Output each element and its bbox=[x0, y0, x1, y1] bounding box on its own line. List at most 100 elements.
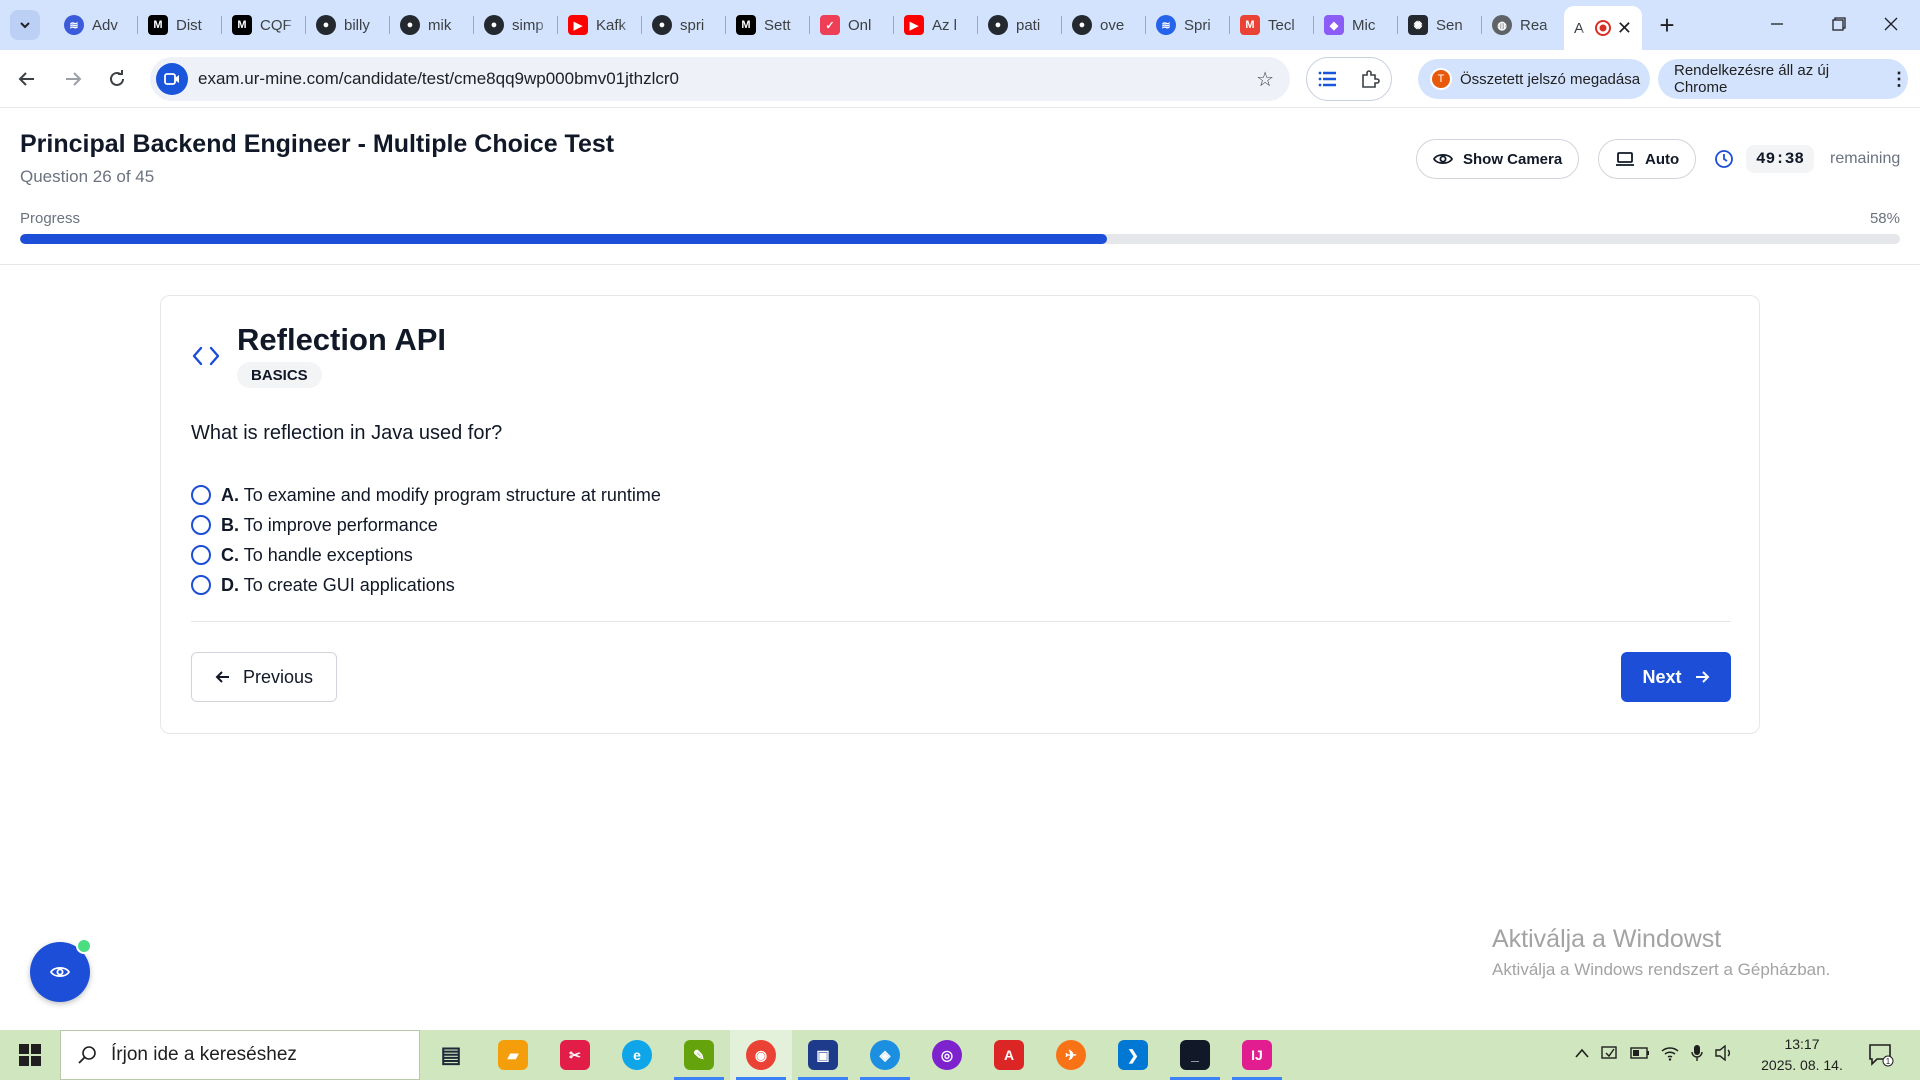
medium-icon: M bbox=[232, 15, 252, 35]
browser-tab[interactable]: M Sett bbox=[726, 6, 810, 44]
taskbar-app[interactable]: e bbox=[606, 1030, 668, 1080]
answer-option[interactable]: C. To handle exceptions bbox=[191, 540, 661, 570]
taskbar-app[interactable]: _ bbox=[1164, 1030, 1226, 1080]
github-icon: ● bbox=[316, 15, 336, 35]
taskbar-app[interactable]: ◈ bbox=[854, 1030, 916, 1080]
minimize-button[interactable] bbox=[1746, 0, 1808, 48]
previous-button[interactable]: Previous bbox=[191, 652, 337, 702]
browser-tab[interactable]: ● pati bbox=[978, 6, 1062, 44]
taskbar-app[interactable]: A bbox=[978, 1030, 1040, 1080]
page-title: Principal Backend Engineer - Multiple Ch… bbox=[20, 130, 615, 158]
taskbar-app[interactable]: ❯ bbox=[1102, 1030, 1164, 1080]
arrow-right-icon bbox=[1695, 671, 1709, 683]
notification-center-button[interactable]: 1 bbox=[1866, 1040, 1896, 1070]
card-divider bbox=[191, 621, 1731, 622]
tab-title: Dist bbox=[176, 16, 202, 34]
answer-letter: B. bbox=[221, 514, 239, 535]
taskbar-app[interactable]: ✂ bbox=[544, 1030, 606, 1080]
answer-option[interactable]: B. To improve performance bbox=[191, 510, 661, 540]
address-bar[interactable]: exam.ur-mine.com/candidate/test/cme8qq9w… bbox=[150, 57, 1290, 101]
browser-tab[interactable]: ● spri bbox=[642, 6, 726, 44]
tab-title: Mic bbox=[1352, 16, 1376, 34]
reload-button[interactable] bbox=[100, 62, 134, 96]
taskbar-apps: ▤ ▰ ✂ e ✎ ◉ ▣ ◈ ◎ A ✈ ❯ _ IJ bbox=[420, 1030, 1288, 1080]
taskbar-app[interactable]: ◎ bbox=[916, 1030, 978, 1080]
network-status-icon[interactable] bbox=[1600, 1044, 1620, 1067]
docker-icon: ◈ bbox=[870, 1040, 900, 1070]
browser-tab[interactable]: ● billy bbox=[306, 6, 390, 44]
status-indicator-dot bbox=[76, 938, 92, 954]
browser-tab[interactable]: ● mik bbox=[390, 6, 474, 44]
microphone-icon[interactable] bbox=[1690, 1044, 1704, 1067]
tab-title: Spri bbox=[1184, 16, 1211, 34]
taskbar-app[interactable]: IJ bbox=[1226, 1030, 1288, 1080]
volume-icon[interactable] bbox=[1714, 1044, 1734, 1066]
auto-theme-button[interactable]: Auto bbox=[1598, 139, 1697, 179]
answer-radio[interactable] bbox=[191, 545, 211, 565]
browser-tab[interactable]: ◆ Mic bbox=[1314, 6, 1398, 44]
arrow-left-icon bbox=[215, 671, 229, 683]
show-camera-button[interactable]: Show Camera bbox=[1416, 139, 1580, 179]
timer-remaining-label: remaining bbox=[1830, 150, 1901, 167]
browser-tab[interactable]: ▶ Az l bbox=[894, 6, 978, 44]
answer-radio[interactable] bbox=[191, 485, 211, 505]
answer-radio[interactable] bbox=[191, 515, 211, 535]
taskbar-app[interactable]: ▣ bbox=[792, 1030, 854, 1080]
taskbar-clock[interactable]: 13:17 2025. 08. 14. bbox=[1752, 1034, 1852, 1076]
active-tab[interactable]: A ✕ bbox=[1564, 6, 1642, 50]
snipping-tool-icon: ✂ bbox=[560, 1040, 590, 1070]
url-text[interactable]: exam.ur-mine.com/candidate/test/cme8qq9w… bbox=[198, 69, 679, 89]
site-info-icon[interactable] bbox=[156, 63, 188, 95]
chrome-update-chip[interactable]: Rendelkezésre áll az új Chrome ⋮ bbox=[1658, 59, 1908, 99]
browser-tab[interactable]: ≋ Spri bbox=[1146, 6, 1230, 44]
browser-tab[interactable]: M CQF bbox=[222, 6, 306, 44]
browser-tab[interactable]: ● simp bbox=[474, 6, 558, 44]
browser-tab[interactable]: ◍ Rea bbox=[1482, 6, 1566, 44]
code-brackets-icon bbox=[192, 346, 220, 366]
browser-tab[interactable]: ✺ Sen bbox=[1398, 6, 1482, 44]
taskbar-app[interactable]: ✈ bbox=[1040, 1030, 1102, 1080]
close-tab-icon[interactable]: ✕ bbox=[1617, 18, 1632, 39]
browser-tab[interactable]: ● ove bbox=[1062, 6, 1146, 44]
taskbar-search[interactable]: Írjon ide a kereséshez bbox=[60, 1030, 420, 1080]
new-tab-button[interactable]: + bbox=[1652, 10, 1682, 40]
answer-option[interactable]: D. To create GUI applications bbox=[191, 570, 661, 600]
browser-tab[interactable]: ✓ Onl bbox=[810, 6, 894, 44]
system-tray bbox=[1574, 1030, 1734, 1080]
answer-option[interactable]: A. To examine and modify program structu… bbox=[191, 480, 661, 510]
difficulty-badge: BASICS bbox=[237, 362, 322, 388]
question-counter: Question 26 of 45 bbox=[20, 167, 155, 186]
password-suggestion-chip[interactable]: T Összetett jelszó megadása bbox=[1418, 59, 1650, 99]
browser-tab[interactable]: ≋ Adv bbox=[54, 6, 138, 44]
image-editor-icon: ✎ bbox=[684, 1040, 714, 1070]
wifi-icon[interactable] bbox=[1660, 1045, 1680, 1066]
next-button[interactable]: Next bbox=[1621, 652, 1731, 702]
chevron-up-icon[interactable] bbox=[1574, 1046, 1590, 1064]
taskbar-app[interactable]: ▤ bbox=[420, 1030, 482, 1080]
forward-button[interactable] bbox=[56, 62, 90, 96]
taskbar-app[interactable]: ◉ bbox=[730, 1030, 792, 1080]
tab-title: Kafk bbox=[596, 16, 627, 34]
progress-bar-fill bbox=[20, 234, 1107, 244]
extensions-puzzle-icon[interactable] bbox=[1360, 69, 1380, 89]
taskbar-app[interactable]: ▰ bbox=[482, 1030, 544, 1080]
battery-icon[interactable] bbox=[1630, 1046, 1650, 1065]
back-button[interactable] bbox=[10, 62, 44, 96]
browser-tab[interactable]: M Tecl bbox=[1230, 6, 1314, 44]
vscode-icon: ❯ bbox=[1118, 1040, 1148, 1070]
github-icon: ● bbox=[1072, 15, 1092, 35]
start-button[interactable] bbox=[0, 1030, 60, 1080]
arrow-left-icon bbox=[18, 72, 34, 86]
answer-text: A. To examine and modify program structu… bbox=[221, 485, 661, 506]
answer-radio[interactable] bbox=[191, 575, 211, 595]
taskbar-app[interactable]: ✎ bbox=[668, 1030, 730, 1080]
browser-tab[interactable]: ▶ Kafk bbox=[558, 6, 642, 44]
edge-icon: e bbox=[622, 1040, 652, 1070]
tab-search-button[interactable] bbox=[10, 10, 40, 40]
browser-tab[interactable]: M Dist bbox=[138, 6, 222, 44]
tab-list-icon[interactable] bbox=[1318, 70, 1338, 88]
close-window-button[interactable] bbox=[1860, 0, 1920, 48]
gmail-icon: M bbox=[1240, 15, 1260, 35]
bookmark-star-icon[interactable]: ☆ bbox=[1256, 67, 1274, 92]
more-vert-icon[interactable]: ⋮ bbox=[1890, 69, 1908, 90]
